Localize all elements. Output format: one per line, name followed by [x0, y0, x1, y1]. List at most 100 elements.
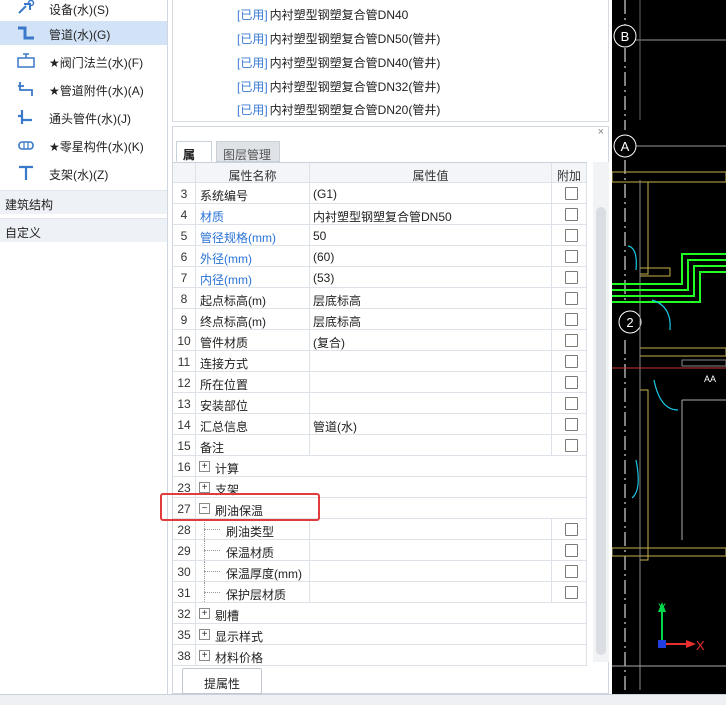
row-value[interactable]: 层底标高 [310, 309, 552, 329]
property-row[interactable]: 28 刷油类型 [173, 519, 587, 540]
material-list-item[interactable]: [已用] 内衬塑型钢塑复合管DN50(管井) [237, 30, 440, 52]
expand-icon[interactable]: + [199, 482, 210, 493]
property-row[interactable]: 8 起点标高(m) 层底标高 [173, 288, 587, 309]
expand-icon[interactable]: + [199, 461, 210, 472]
attach-checkbox[interactable] [565, 334, 578, 347]
property-row[interactable]: 11 连接方式 [173, 351, 587, 372]
row-index: 29 [173, 540, 196, 560]
row-value[interactable] [310, 372, 552, 392]
tree-item-equipment[interactable]: 设备(水)(S) [0, 0, 167, 20]
property-row[interactable]: 9 终点标高(m) 层底标高 [173, 309, 587, 330]
attach-checkbox[interactable] [565, 187, 578, 200]
row-value[interactable]: 层底标高 [310, 288, 552, 308]
attach-checkbox[interactable] [565, 271, 578, 284]
cad-canvas[interactable]: B A 2 AA Y X [612, 0, 726, 694]
tree-category-custom[interactable]: 自定义 [0, 218, 167, 242]
attach-checkbox[interactable] [565, 250, 578, 263]
attach-checkbox[interactable] [565, 544, 578, 557]
property-row[interactable]: 7 内径(mm) (53) [173, 267, 587, 288]
property-row[interactable]: 6 外径(mm) (60) [173, 246, 587, 267]
attach-checkbox[interactable] [565, 523, 578, 536]
row-name: 材质 [196, 204, 310, 224]
tab-layer-management[interactable]: 图层管理 [216, 141, 280, 162]
tree-item-misc-component[interactable]: ★零星构件(水)(K) [0, 133, 167, 157]
tree-item-pipe-accessory[interactable]: ★管道附件(水)(A) [0, 77, 167, 101]
property-row[interactable]: 30 保温厚度(mm) [173, 561, 587, 582]
row-group-name[interactable]: + 剔槽 [196, 603, 552, 623]
row-value[interactable] [310, 582, 552, 602]
property-row[interactable]: 23 + 支架 [173, 477, 587, 498]
row-group-name[interactable]: + 材料价格 [196, 645, 552, 665]
row-add [552, 183, 587, 203]
extract-property-button[interactable]: 提属性 [182, 668, 262, 694]
row-name: 保护层材质 [196, 582, 310, 602]
group-label: 剔槽 [215, 609, 240, 623]
property-row[interactable]: 10 管件材质 (复合) [173, 330, 587, 351]
row-value[interactable] [310, 351, 552, 371]
tree-item-pipe-fitting[interactable]: 通头管件(水)(J) [0, 105, 167, 129]
row-group-name[interactable]: + 支架 [196, 477, 552, 497]
row-group-name[interactable]: + 显示样式 [196, 624, 552, 644]
property-row[interactable]: 16 + 计算 [173, 456, 587, 477]
row-group-name[interactable]: + 计算 [196, 456, 552, 476]
tree-item-bracket[interactable]: 支架(水)(Z) [0, 161, 167, 185]
material-list-item[interactable]: [已用] 内衬塑型钢塑复合管DN40 [237, 6, 408, 28]
tree-category-building-structure[interactable]: 建筑结构 [0, 190, 167, 214]
row-value[interactable]: 50 [310, 225, 552, 245]
row-value[interactable]: 管道(水) [310, 414, 552, 434]
attach-checkbox[interactable] [565, 292, 578, 305]
property-row[interactable]: 32 + 剔槽 [173, 603, 587, 624]
attach-checkbox[interactable] [565, 439, 578, 452]
property-row[interactable]: 3 系统编号 (G1) [173, 183, 587, 204]
property-row[interactable]: 31 保护层材质 [173, 582, 587, 603]
row-value[interactable] [310, 561, 552, 581]
attach-checkbox[interactable] [565, 376, 578, 389]
property-row[interactable]: 4 材质 内衬塑型钢塑复合管DN50 [173, 204, 587, 225]
property-row[interactable]: 5 管径规格(mm) 50 [173, 225, 587, 246]
row-add [552, 540, 587, 560]
tree-item-pipe[interactable]: 管道(水)(G) [0, 21, 167, 45]
attach-checkbox[interactable] [565, 397, 578, 410]
row-value[interactable]: (53) [310, 267, 552, 287]
collapse-icon[interactable]: − [199, 503, 210, 514]
row-value[interactable] [310, 540, 552, 560]
tree-item-valve-flange[interactable]: ★阀门法兰(水)(F) [0, 49, 167, 73]
scrollbar-thumb[interactable] [596, 207, 606, 655]
expand-icon[interactable]: + [199, 608, 210, 619]
attach-checkbox[interactable] [565, 313, 578, 326]
row-add [552, 498, 587, 518]
row-value[interactable]: (60) [310, 246, 552, 266]
attach-checkbox[interactable] [565, 565, 578, 578]
property-row[interactable]: 27− 刷油保温 [173, 498, 587, 519]
row-value[interactable] [310, 519, 552, 539]
attach-checkbox[interactable] [565, 229, 578, 242]
row-index: 6 [173, 246, 196, 266]
row-value[interactable]: 内衬塑型钢塑复合管DN50 [310, 204, 552, 224]
tab-properties[interactable]: 属性 [176, 141, 212, 179]
property-row[interactable]: 12 所在位置 [173, 372, 587, 393]
row-group-name[interactable]: − 刷油保温 [196, 498, 552, 518]
material-list-item[interactable]: [已用] 内衬塑型钢塑复合管DN20(管井) [237, 101, 440, 123]
property-row[interactable]: 38 + 材料价格 [173, 645, 587, 666]
row-value[interactable]: (G1) [310, 183, 552, 203]
row-value[interactable] [310, 393, 552, 413]
attach-checkbox[interactable] [565, 418, 578, 431]
expand-icon[interactable]: + [199, 629, 210, 640]
property-row[interactable]: 29 保温材质 [173, 540, 587, 561]
row-add [552, 288, 587, 308]
row-index: 9 [173, 309, 196, 329]
attach-checkbox[interactable] [565, 208, 578, 221]
material-list-item[interactable]: [已用] 内衬塑型钢塑复合管DN40(管井) [237, 54, 440, 76]
property-row[interactable]: 14 汇总信息 管道(水) [173, 414, 587, 435]
row-value[interactable]: (复合) [310, 330, 552, 350]
close-icon[interactable]: × [598, 126, 604, 138]
attach-checkbox[interactable] [565, 586, 578, 599]
row-add [552, 561, 587, 581]
property-row[interactable]: 35 + 显示样式 [173, 624, 587, 645]
row-value[interactable] [310, 435, 552, 455]
material-list-item[interactable]: [已用] 内衬塑型钢塑复合管DN32(管井) [237, 78, 440, 100]
expand-icon[interactable]: + [199, 650, 210, 661]
attach-checkbox[interactable] [565, 355, 578, 368]
property-row[interactable]: 15 备注 [173, 435, 587, 456]
property-row[interactable]: 13 安装部位 [173, 393, 587, 414]
